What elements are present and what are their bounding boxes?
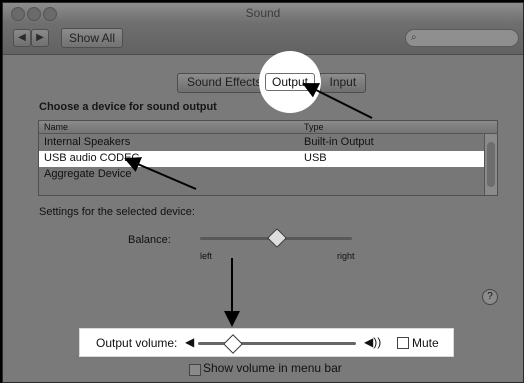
titlebar: Sound — [3, 3, 523, 23]
show-volume-menu-checkbox[interactable] — [189, 364, 201, 376]
search-icon: ⌕ — [411, 32, 417, 43]
show-volume-menu-label: Show volume in menu bar — [203, 361, 342, 375]
search-field[interactable]: ⌕ — [405, 29, 519, 47]
forward-button[interactable]: ▶ — [31, 29, 49, 47]
output-heading: Choose a device for sound output — [39, 101, 217, 113]
device-name: Aggregate Device — [44, 168, 132, 180]
show-all-button[interactable]: Show All — [61, 28, 123, 48]
help-button[interactable]: ? — [482, 289, 498, 305]
window-title: Sound — [245, 6, 281, 20]
device-name: USB audio CODEC — [44, 152, 140, 164]
settings-label: Settings for the selected device: — [39, 206, 195, 218]
sound-preferences-window: Sound ◀ ▶ Show All ⌕ Sound Effects Input… — [2, 2, 524, 383]
speaker-high-icon: ◀)) — [364, 335, 382, 349]
mute-label: Mute — [412, 336, 439, 350]
table-row-selected[interactable]: USB audio CODEC USB — [39, 151, 484, 167]
device-table: Name Type Internal Speakers Built-in Out… — [38, 120, 498, 196]
tab-output[interactable]: Output — [265, 73, 315, 91]
balance-right-label: right — [337, 251, 355, 261]
balance-left-label: left — [200, 251, 213, 261]
column-type[interactable]: Type — [304, 122, 324, 132]
output-volume-label: Output volume: — [96, 336, 178, 350]
scrollbar-thumb[interactable] — [487, 142, 495, 187]
output-volume-knob[interactable] — [223, 334, 243, 354]
help-icon: ? — [487, 291, 493, 302]
back-button[interactable]: ◀ — [13, 29, 31, 47]
table-row[interactable]: Internal Speakers Built-in Output — [39, 135, 484, 151]
device-name: Internal Speakers — [44, 136, 131, 148]
mute-checkbox[interactable] — [397, 337, 409, 349]
balance-label: Balance: — [128, 234, 171, 246]
speaker-low-icon: ◀ — [185, 335, 195, 349]
tab-input[interactable]: Input — [321, 74, 366, 92]
table-header: Name Type — [39, 121, 497, 134]
back-arrow-icon: ◀ — [18, 32, 26, 43]
balance-knob[interactable] — [267, 228, 287, 248]
device-type: Built-in Output — [304, 136, 374, 148]
device-type: USB — [304, 152, 327, 164]
table-row[interactable]: Aggregate Device — [39, 167, 484, 183]
forward-arrow-icon: ▶ — [36, 32, 44, 43]
column-name[interactable]: Name — [44, 122, 68, 132]
toolbar: ◀ ▶ Show All ⌕ — [3, 23, 523, 55]
tab-sound-effects[interactable]: Sound Effects — [178, 74, 272, 92]
table-scrollbar[interactable] — [484, 134, 497, 195]
output-volume-row: Output volume: ◀ ◀)) Mute — [79, 328, 454, 357]
